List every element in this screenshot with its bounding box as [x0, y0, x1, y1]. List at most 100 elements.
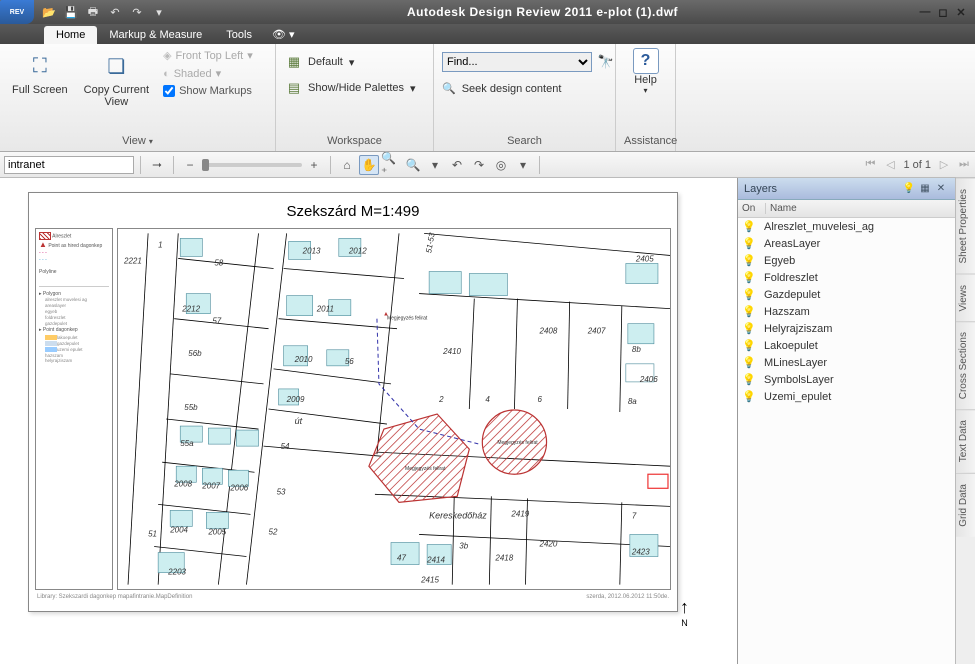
svg-text:2013: 2013 — [302, 246, 321, 255]
layer-row[interactable]: 💡Helyrajziszam — [738, 320, 955, 337]
bulb-icon[interactable]: 💡 — [742, 237, 764, 250]
help-button[interactable]: ? Help ▾ — [633, 48, 659, 133]
workspace-default-dropdown[interactable]: ▦ Default ▾ — [284, 52, 418, 72]
zoom-out-icon[interactable]: − — [180, 155, 200, 175]
bulb-icon[interactable]: 💡 — [742, 305, 764, 318]
help-icon: ? — [633, 48, 659, 74]
tab-view-mode[interactable]: 👁 ▾ — [264, 25, 303, 44]
binoculars-icon[interactable]: 🔭 — [596, 53, 616, 71]
open-icon[interactable]: 📂 — [40, 3, 58, 21]
layers-close-icon[interactable]: ✕ — [933, 181, 949, 197]
svg-text:47: 47 — [397, 554, 406, 563]
bulb-icon[interactable]: 💡 — [742, 288, 764, 301]
last-page-icon[interactable]: ⏭ — [957, 158, 971, 171]
fit-icon[interactable]: ▾ — [425, 155, 445, 175]
layer-name: Alreszlet_muvelesi_ag — [764, 221, 874, 233]
zoom-in-icon[interactable]: + — [304, 155, 324, 175]
copy-view-icon: ❏ — [100, 50, 132, 82]
page-label: 1 of 1 — [903, 159, 931, 171]
close-button[interactable]: ✕ — [953, 4, 969, 20]
col-on[interactable]: On — [738, 203, 766, 214]
quick-access-toolbar: 📂 💾 🖶 ↶ ↷ ▾ — [40, 3, 168, 21]
layer-row[interactable]: 💡Hazszam — [738, 303, 955, 320]
maximize-button[interactable]: ◻ — [935, 4, 951, 20]
layer-row[interactable]: 💡AreasLayer — [738, 235, 955, 252]
layer-row[interactable]: 💡MLinesLayer — [738, 354, 955, 371]
prev-page-icon[interactable]: ◁ — [883, 158, 897, 171]
svg-text:2005: 2005 — [207, 527, 226, 536]
layer-row[interactable]: 💡Uzemi_epulet — [738, 388, 955, 405]
tab-tools[interactable]: Tools — [214, 26, 264, 44]
drawing-canvas[interactable]: Szekszárd M=1:499 Alreszlet ▲ Point as h… — [0, 178, 737, 664]
app-menu-button[interactable]: REV — [0, 0, 34, 24]
side-tab-cross-sections[interactable]: Cross Sections — [956, 321, 975, 409]
bulb-icon[interactable]: 💡 — [742, 254, 764, 267]
col-name[interactable]: Name — [766, 203, 955, 214]
svg-text:2414: 2414 — [426, 556, 445, 565]
redo-icon[interactable]: ↷ — [128, 3, 146, 21]
bulb-icon[interactable]: 💡 — [742, 220, 764, 233]
minimize-button[interactable]: — — [917, 4, 933, 20]
bulb-icon[interactable]: 💡 — [742, 322, 764, 335]
svg-text:2203: 2203 — [167, 568, 186, 577]
address-input[interactable] — [4, 156, 134, 174]
tab-home[interactable]: Home — [44, 26, 97, 44]
zoom-window-icon[interactable]: 🔍⁺ — [381, 155, 401, 175]
navigation-toolbar: ⭢ − + ⌂ ✋ 🔍⁺ 🔍 ▾ ↶ ↷ ◎ ▾ ⏮ ◁ 1 of 1 ▷ ⏭ — [0, 152, 975, 178]
bulb-icon[interactable]: 💡 — [742, 339, 764, 352]
layer-row[interactable]: 💡Gazdepulet — [738, 286, 955, 303]
svg-text:7: 7 — [632, 511, 637, 520]
svg-text:53: 53 — [277, 487, 286, 496]
save-icon[interactable]: 💾 — [62, 3, 80, 21]
layer-row[interactable]: 💡Egyeb — [738, 252, 955, 269]
svg-text:2008: 2008 — [173, 479, 192, 488]
show-hide-palettes-dropdown[interactable]: ▤ Show/Hide Palettes ▾ — [284, 78, 418, 98]
wheel-dropdown-icon[interactable]: ▾ — [513, 155, 533, 175]
bulb-icon[interactable]: 💡 — [742, 373, 764, 386]
layer-row[interactable]: 💡Lakoepulet — [738, 337, 955, 354]
layers-toggle-icon[interactable]: 💡 — [901, 181, 917, 197]
bulb-icon[interactable]: 💡 — [742, 356, 764, 369]
undo-icon[interactable]: ↶ — [106, 3, 124, 21]
bulb-icon[interactable]: 💡 — [742, 271, 764, 284]
zoom-tool-icon[interactable]: 🔍 — [403, 155, 423, 175]
sheet: Szekszárd M=1:499 Alreszlet ▲ Point as h… — [28, 192, 678, 612]
tab-markup[interactable]: Markup & Measure — [97, 26, 214, 44]
layer-row[interactable]: 💡Alreszlet_muvelesi_ag — [738, 218, 955, 235]
shaded-dropdown: ◐ Shaded ▾ — [161, 66, 255, 81]
map-svg[interactable]: ▲ Megjegyzés felirat Megjegyzés felirat … — [117, 228, 671, 590]
svg-text:57: 57 — [212, 317, 221, 326]
layers-menu-icon[interactable]: ▦ — [917, 181, 933, 197]
layer-row[interactable]: 💡Foldreszlet — [738, 269, 955, 286]
print-icon[interactable]: 🖶 — [84, 3, 102, 21]
next-page-icon[interactable]: ▷ — [937, 158, 951, 171]
qat-dropdown-icon[interactable]: ▾ — [150, 3, 168, 21]
home-icon[interactable]: ⌂ — [337, 155, 357, 175]
wheel-icon[interactable]: ◎ — [491, 155, 511, 175]
side-tab-text-data[interactable]: Text Data — [956, 409, 975, 472]
seek-design-content-button[interactable]: 🔍 Seek design content — [442, 78, 616, 95]
pan-tool-icon[interactable]: ✋ — [359, 155, 379, 175]
zoom-slider[interactable] — [202, 163, 302, 167]
svg-text:2: 2 — [438, 395, 444, 404]
find-dropdown[interactable]: Find... — [442, 52, 592, 72]
svg-text:2012: 2012 — [348, 246, 367, 255]
side-tab-grid-data[interactable]: Grid Data — [956, 473, 975, 537]
svg-text:Megjegyzés felirat: Megjegyzés felirat — [497, 440, 538, 446]
help-label: Help — [634, 74, 657, 86]
first-page-icon[interactable]: ⏮ — [863, 158, 877, 171]
prev-view-icon[interactable]: ↶ — [447, 155, 467, 175]
side-tab-sheet-properties[interactable]: Sheet Properties — [956, 178, 975, 274]
svg-text:4: 4 — [485, 395, 490, 404]
pointer-tool[interactable]: ⭢ — [147, 155, 167, 175]
show-markups-checkbox[interactable]: Show Markups — [161, 84, 255, 98]
side-tab-views[interactable]: Views — [956, 274, 975, 322]
svg-text:2405: 2405 — [635, 254, 654, 263]
show-markups-check[interactable] — [163, 85, 175, 97]
next-view-icon[interactable]: ↷ — [469, 155, 489, 175]
layer-row[interactable]: 💡SymbolsLayer — [738, 371, 955, 388]
bulb-icon[interactable]: 💡 — [742, 390, 764, 403]
full-screen-button[interactable]: ⛶ Full Screen — [8, 48, 72, 133]
copy-current-view-button[interactable]: ❏ Copy Current View — [80, 48, 153, 133]
svg-text:2007: 2007 — [201, 481, 220, 490]
